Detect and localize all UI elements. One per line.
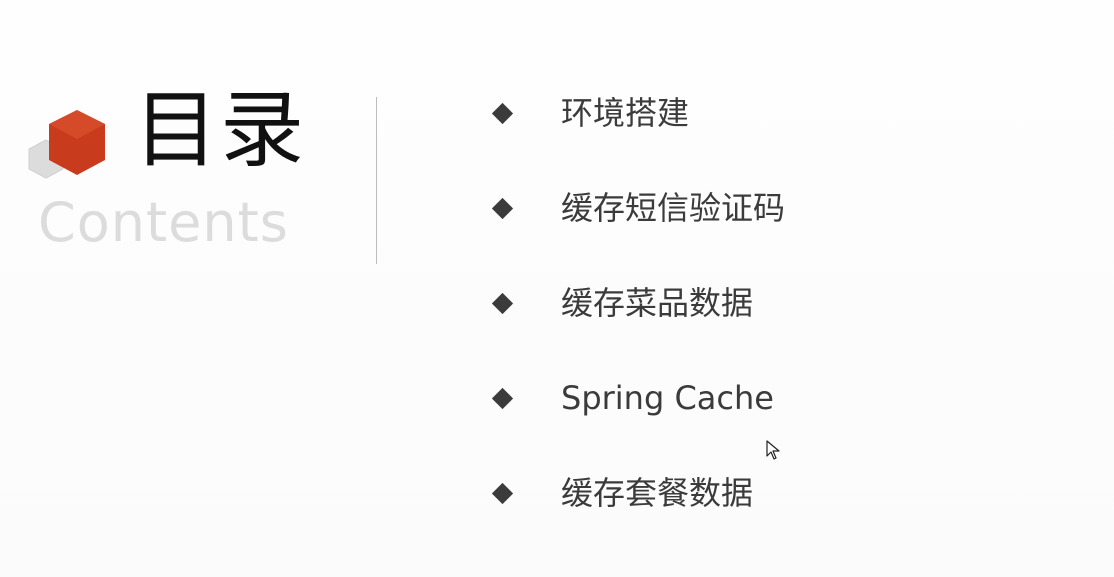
- contents-item-label: 缓存短信验证码: [561, 189, 786, 227]
- contents-item-label: 环境搭建: [561, 94, 690, 132]
- contents-item-label: Spring Cache: [561, 379, 774, 417]
- contents-item-dish-cache[interactable]: 缓存菜品数据: [492, 283, 753, 323]
- diamond-icon: [492, 103, 513, 124]
- diamond-icon: [492, 388, 513, 409]
- contents-item-combo-cache[interactable]: 缓存套餐数据: [492, 473, 753, 513]
- contents-item-spring-cache[interactable]: Spring Cache: [492, 378, 774, 418]
- slide: 目录 Contents 环境搭建 缓存短信验证码 缓存菜品数据 Spring C…: [0, 0, 1114, 577]
- contents-list: 环境搭建 缓存短信验证码 缓存菜品数据 Spring Cache 缓存套餐数据: [0, 0, 1114, 577]
- diamond-icon: [492, 198, 513, 219]
- contents-item-sms-cache[interactable]: 缓存短信验证码: [492, 188, 785, 228]
- contents-item-label: 缓存菜品数据: [561, 284, 754, 322]
- contents-item-label: 缓存套餐数据: [561, 474, 754, 512]
- mouse-pointer-icon: [766, 440, 780, 460]
- diamond-icon: [492, 293, 513, 314]
- diamond-icon: [492, 483, 513, 504]
- contents-item-environment[interactable]: 环境搭建: [492, 93, 689, 133]
